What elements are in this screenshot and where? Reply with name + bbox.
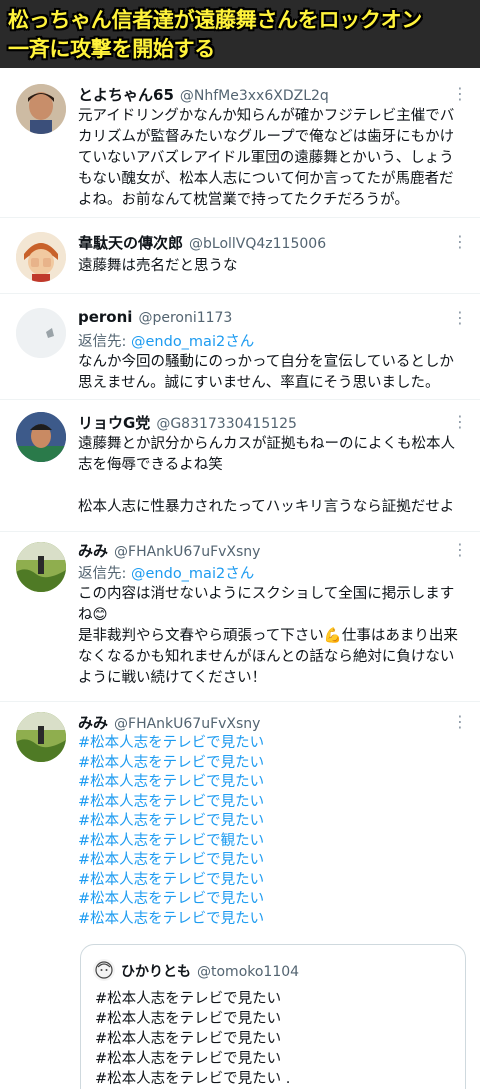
tweet-text: なんか今回の騒動にのっかって自分を宣伝しているとしか思えません。誠にすいません、… <box>78 354 454 391</box>
user-handle[interactable]: @bLollVQ4z115006 <box>189 236 326 252</box>
tweet[interactable]: 韋駄天の傳次郎 @bLollVQ4z115006 ⋮ 遠藤舞は売名だと思うな <box>0 218 480 294</box>
user-handle[interactable]: @NhfMe3xx6XDZL2q <box>180 88 329 104</box>
tweet-header: とよちゃん65 @NhfMe3xx6XDZL2q <box>78 84 444 105</box>
more-vertical-icon[interactable]: ⋮ <box>452 86 468 102</box>
reply-context: 返信先: @endo_mai2さん <box>78 330 254 351</box>
hashtag-link[interactable]: #松本人志をテレビで見たい <box>78 812 264 832</box>
display-name[interactable]: peroni <box>78 308 132 326</box>
hashtag-link[interactable]: #松本人志をテレビで見たい <box>78 910 264 930</box>
banner-line-1: 松っちゃん信者達が遠藤舞さんをロックオン <box>8 8 422 32</box>
quoted-tweet-header: ひかりとも @tomoko1104 <box>121 961 299 981</box>
hashtag-link[interactable]: #松本人志をテレビで見たい <box>78 754 264 774</box>
quoted-avatar[interactable] <box>93 959 115 981</box>
quoted-line: #松本人志をテレビで見たい . <box>95 1071 291 1087</box>
quoted-line: #松本人志をテレビで見たい <box>95 991 282 1007</box>
quoted-display-name[interactable]: ひかりとも <box>121 961 191 981</box>
title-banner: 松っちゃん信者達が遠藤舞さんをロックオン 一斉に攻撃を開始する <box>0 0 480 68</box>
tweet-text: 元アイドリングかなんか知らんが確かフジテレビ主催でバカリズムが監督みたいなグルー… <box>78 108 455 208</box>
hashtag-link[interactable]: #松本人志をテレビで見たい <box>78 793 264 813</box>
quoted-tweet-card[interactable]: ひかりとも @tomoko1104 #松本人志をテレビで見たい #松本人志をテレ… <box>80 944 466 1089</box>
user-handle[interactable]: @G8317330415125 <box>156 416 297 432</box>
avatar[interactable] <box>16 712 66 762</box>
quoted-tweet-text: #松本人志をテレビで見たい #松本人志をテレビで見たい #松本人志をテレビで見た… <box>95 989 290 1089</box>
display-name[interactable]: とよちゃん65 <box>78 84 174 105</box>
more-vertical-icon[interactable]: ⋮ <box>452 414 468 430</box>
tweet-text: 遠藤舞とか訳分からんカスが証拠もねーのによくも松本人志を侮辱できるよね笑 松本人… <box>78 436 455 515</box>
more-vertical-icon[interactable]: ⋮ <box>452 234 468 250</box>
quoted-line: #松本人志をテレビで見たい <box>95 1011 282 1027</box>
hashtag-list: #松本人志をテレビで見たい #松本人志をテレビで見たい #松本人志をテレビで見た… <box>78 734 264 929</box>
display-name[interactable]: みみ <box>78 712 108 733</box>
display-name[interactable]: 韋駄天の傳次郎 <box>78 232 183 253</box>
tweet-header: 韋駄天の傳次郎 @bLollVQ4z115006 <box>78 232 444 253</box>
tweet-header: peroni @peroni1173 <box>78 308 444 326</box>
banner-line-2: 一斉に攻撃を開始する <box>8 37 215 61</box>
more-vertical-icon[interactable]: ⋮ <box>452 310 468 326</box>
more-vertical-icon[interactable]: ⋮ <box>452 542 468 558</box>
user-handle[interactable]: @peroni1173 <box>138 310 232 326</box>
avatar[interactable] <box>16 308 66 358</box>
hashtag-link[interactable]: #松本人志をテレビで見たい <box>78 890 264 910</box>
tweet[interactable]: とよちゃん65 @NhfMe3xx6XDZL2q ⋮ 元アイドリングかなんか知ら… <box>0 68 480 218</box>
tweet-text: 遠藤舞は売名だと思うな <box>78 258 238 274</box>
reply-label: 返信先: <box>78 566 131 582</box>
tweet-header: リョウG党 @G8317330415125 <box>78 412 444 433</box>
quoted-line: #松本人志をテレビで見たい <box>95 1051 282 1067</box>
avatar[interactable] <box>16 542 66 592</box>
reply-context: 返信先: @endo_mai2さん <box>78 562 254 583</box>
more-vertical-icon[interactable]: ⋮ <box>452 714 468 730</box>
tweet-header: みみ @FHAnkU67uFvXsny <box>78 540 444 561</box>
hashtag-link[interactable]: #松本人志をテレビで観たい <box>78 832 264 852</box>
tweet[interactable]: みみ @FHAnkU67uFvXsny ⋮ 返信先: @endo_mai2さん … <box>0 532 480 702</box>
display-name[interactable]: みみ <box>78 540 108 561</box>
reply-mention-link[interactable]: @endo_mai2さん <box>131 566 254 582</box>
avatar[interactable] <box>16 412 66 462</box>
tweet[interactable]: peroni @peroni1173 ⋮ 返信先: @endo_mai2さん な… <box>0 294 480 400</box>
hashtag-link[interactable]: #松本人志をテレビで見たい <box>78 871 264 891</box>
tweet[interactable]: リョウG党 @G8317330415125 ⋮ 遠藤舞とか訳分からんカスが証拠も… <box>0 400 480 532</box>
user-handle[interactable]: @FHAnkU67uFvXsny <box>114 716 260 732</box>
avatar[interactable] <box>16 84 66 134</box>
reply-mention-link[interactable]: @endo_mai2さん <box>131 334 254 350</box>
hashtag-link[interactable]: #松本人志をテレビで見たい <box>78 773 264 793</box>
hashtag-link[interactable]: #松本人志をテレビで見たい <box>78 851 264 871</box>
quoted-line: #松本人志をテレビで見たい <box>95 1031 282 1047</box>
tweet-header: みみ @FHAnkU67uFvXsny <box>78 712 444 733</box>
reply-label: 返信先: <box>78 334 131 350</box>
quoted-user-handle[interactable]: @tomoko1104 <box>197 964 299 980</box>
display-name[interactable]: リョウG党 <box>78 412 150 433</box>
user-handle[interactable]: @FHAnkU67uFvXsny <box>114 544 260 560</box>
tweet-text: この内容は消せないようにスクショして全国に掲示しますね😊 是非裁判やら文春やら頑… <box>78 586 458 686</box>
hashtag-link[interactable]: #松本人志をテレビで見たい <box>78 734 264 754</box>
avatar[interactable] <box>16 232 66 282</box>
